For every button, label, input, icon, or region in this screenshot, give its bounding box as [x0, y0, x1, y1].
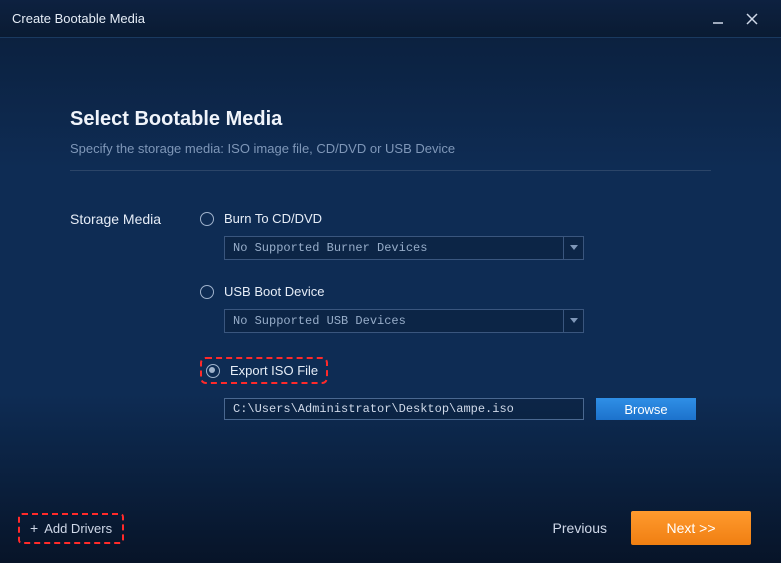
- cd-device-selected: No Supported Burner Devices: [225, 237, 563, 259]
- browse-button[interactable]: Browse: [596, 398, 696, 420]
- radio-icon: [200, 285, 214, 299]
- titlebar: Create Bootable Media: [0, 0, 781, 38]
- minimize-button[interactable]: [701, 4, 735, 34]
- option-cd-dvd-label: Burn To CD/DVD: [224, 211, 322, 226]
- option-usb-label: USB Boot Device: [224, 284, 324, 299]
- close-button[interactable]: [735, 4, 769, 34]
- option-cd-dvd[interactable]: Burn To CD/DVD: [200, 211, 711, 226]
- cd-device-dropdown[interactable]: No Supported Burner Devices: [224, 236, 584, 260]
- option-iso[interactable]: Export ISO File: [206, 363, 318, 378]
- usb-device-dropdown[interactable]: No Supported USB Devices: [224, 309, 584, 333]
- radio-icon: [206, 364, 220, 378]
- page-body: Select Bootable Media Specify the storag…: [0, 38, 781, 420]
- divider: [70, 170, 711, 171]
- option-usb[interactable]: USB Boot Device: [200, 284, 711, 299]
- page-heading: Select Bootable Media: [70, 108, 711, 131]
- add-drivers-label: Add Drivers: [44, 521, 112, 536]
- previous-button[interactable]: Previous: [553, 520, 607, 536]
- chevron-down-icon: [563, 310, 583, 332]
- storage-media-label: Storage Media: [70, 211, 200, 420]
- radio-icon: [200, 212, 214, 226]
- usb-device-selected: No Supported USB Devices: [225, 310, 563, 332]
- add-drivers-button[interactable]: + Add Drivers: [18, 513, 124, 544]
- window-title: Create Bootable Media: [12, 11, 701, 26]
- option-iso-highlight: Export ISO File: [200, 357, 328, 384]
- footer: + Add Drivers Previous Next >>: [0, 511, 781, 545]
- chevron-down-icon: [563, 237, 583, 259]
- option-iso-label: Export ISO File: [230, 363, 318, 378]
- plus-icon: +: [30, 521, 38, 535]
- iso-path-input[interactable]: C:\Users\Administrator\Desktop\ampe.iso: [224, 398, 584, 420]
- next-button[interactable]: Next >>: [631, 511, 751, 545]
- page-subtitle: Specify the storage media: ISO image fil…: [70, 141, 711, 156]
